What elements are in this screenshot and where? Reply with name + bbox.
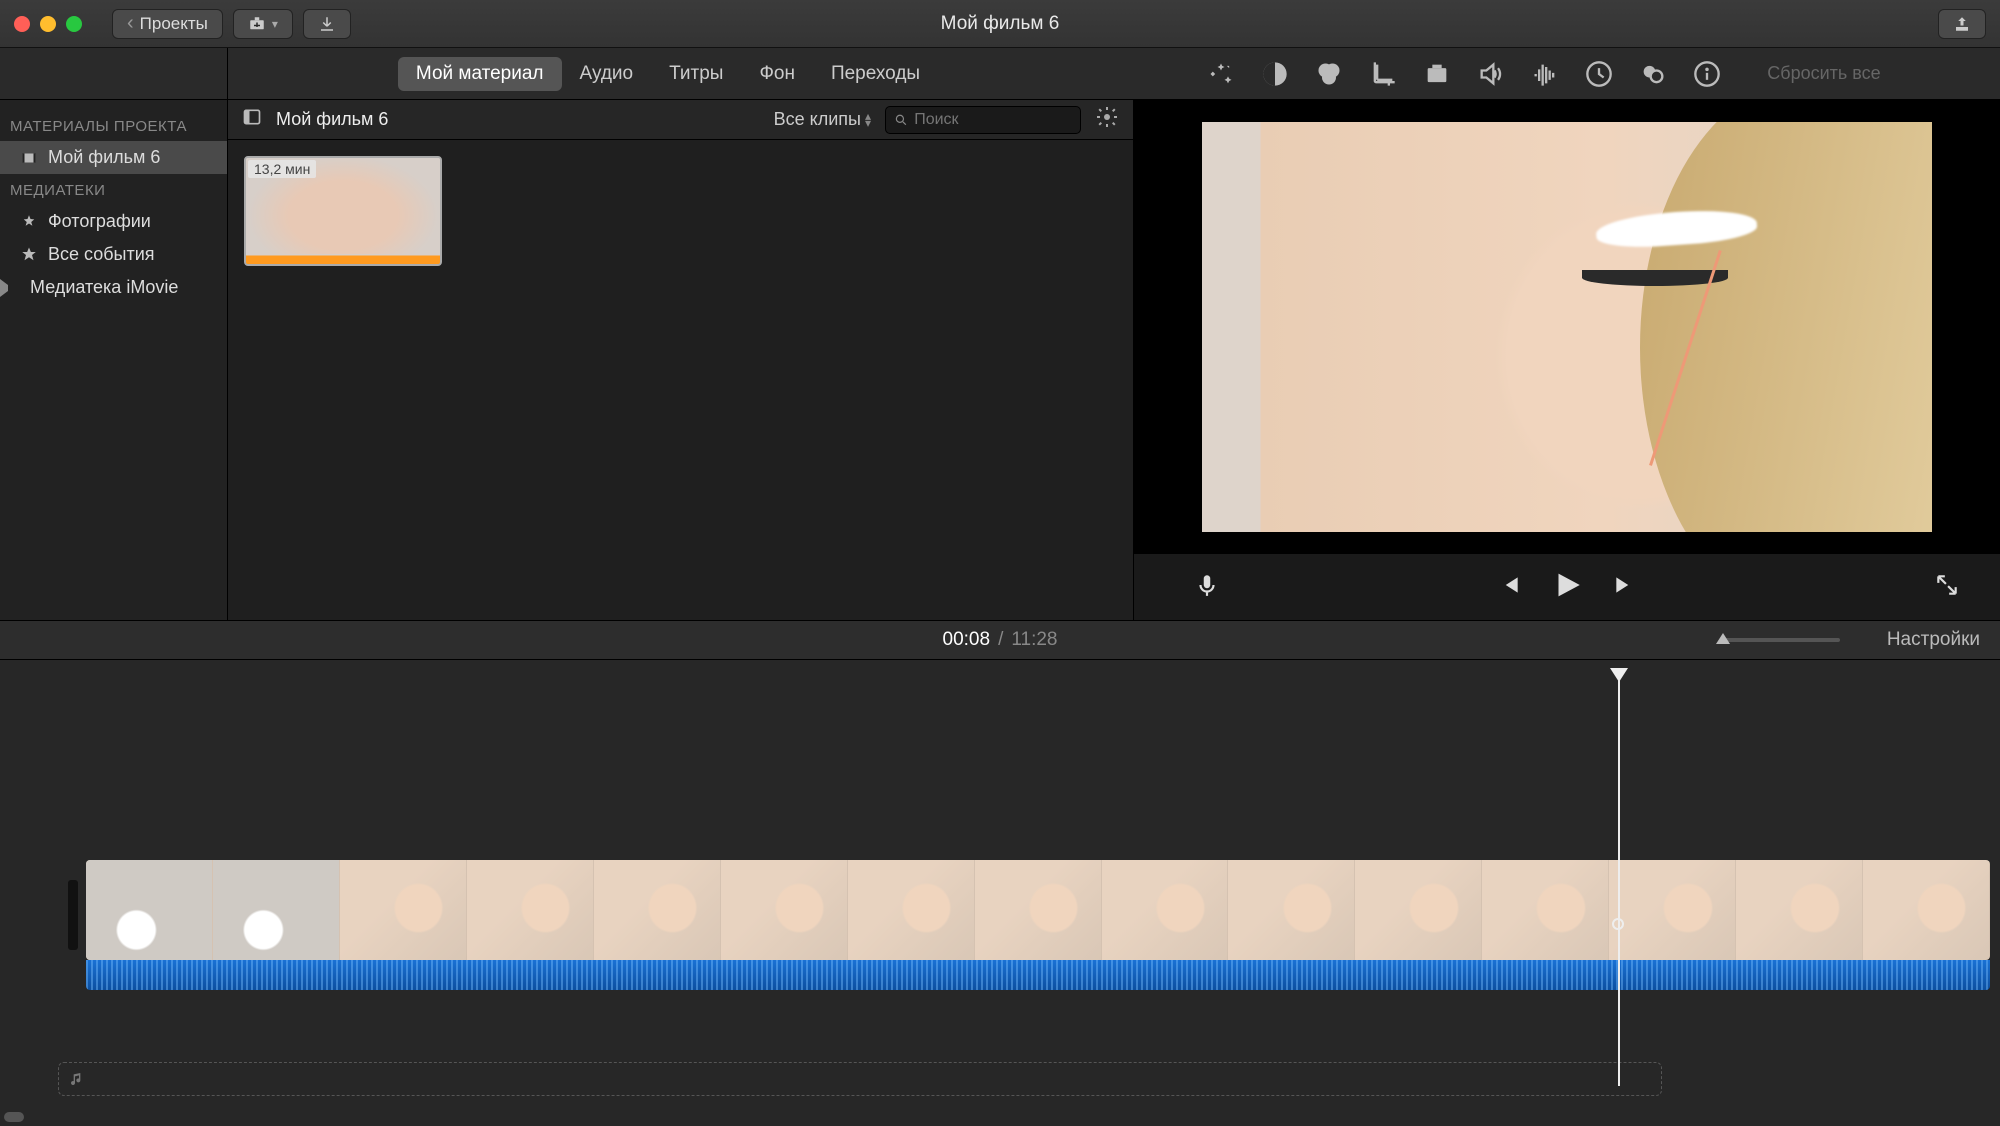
tab-transitions[interactable]: Переходы <box>813 57 938 91</box>
sidebar-item-imovie-library[interactable]: Медиатека iMovie <box>0 271 227 304</box>
speed-icon[interactable] <box>1585 60 1613 88</box>
viewer-panel <box>1134 100 2000 620</box>
media-browser-header: Мой фильм 6 Все клипы ▴▾ <box>228 100 1133 140</box>
timeline-frame <box>1609 860 1736 960</box>
playhead[interactable] <box>1618 670 1620 1086</box>
tab-my-media[interactable]: Мой материал <box>398 57 562 91</box>
browser-title: Мой фильм 6 <box>276 109 388 130</box>
enhance-icon[interactable] <box>1207 60 1235 88</box>
search-field[interactable] <box>885 106 1081 134</box>
stabilization-icon[interactable] <box>1423 60 1451 88</box>
tab-titles[interactable]: Титры <box>651 57 741 91</box>
download-button[interactable] <box>303 9 351 39</box>
minimize-window-button[interactable] <box>40 16 56 32</box>
toggle-sidebar-button[interactable] <box>242 107 262 132</box>
sidebar-photos-label: Фотографии <box>48 211 151 232</box>
next-frame-button[interactable] <box>1612 572 1638 603</box>
tab-backgrounds[interactable]: Фон <box>741 57 813 91</box>
disclosure-triangle-icon[interactable] <box>0 279 18 297</box>
tab-audio[interactable]: Аудио <box>562 57 652 91</box>
timeline-frame <box>467 860 594 960</box>
sidebar-heading-libraries: МЕДИАТЕКИ <box>0 174 227 205</box>
tab-strip: Мой материал Аудио Титры Фон Переходы Сб… <box>0 48 2000 100</box>
timeline-frame <box>594 860 721 960</box>
total-time: 11:28 <box>1011 629 1057 651</box>
timeline-frame <box>1102 860 1229 960</box>
clip-trim-handle[interactable] <box>68 880 78 950</box>
info-icon[interactable] <box>1693 60 1721 88</box>
volume-icon[interactable] <box>1477 60 1505 88</box>
video-track-clip[interactable] <box>86 860 1990 960</box>
sidebar-imovie-label: Медиатека iMovie <box>30 277 178 298</box>
maximize-window-button[interactable] <box>66 16 82 32</box>
viewer-tools: Сбросить все <box>1108 60 2000 88</box>
play-button[interactable] <box>1550 568 1584 607</box>
media-browser: Мой фильм 6 Все клипы ▴▾ 13,2 мин <box>228 100 1134 620</box>
playback-controls <box>1134 554 2000 620</box>
close-window-button[interactable] <box>14 16 30 32</box>
sidebar-item-all-events[interactable]: Все события <box>0 238 227 271</box>
playhead-marker-icon <box>1612 918 1624 930</box>
timeline-frame <box>1863 860 1990 960</box>
background-music-track[interactable] <box>58 1062 1662 1096</box>
browser-settings-button[interactable] <box>1095 105 1119 134</box>
clip-filter-dropdown[interactable]: Все клипы ▴▾ <box>774 109 871 130</box>
search-input[interactable] <box>914 111 1072 129</box>
timeline-frame <box>340 860 467 960</box>
timeline-frame <box>1355 860 1482 960</box>
color-balance-icon[interactable] <box>1261 60 1289 88</box>
sidebar-item-project[interactable]: Мой фильм 6 <box>0 141 227 174</box>
import-media-button[interactable]: ▾ <box>233 9 293 39</box>
timeline-info-bar: 00:08 / 11:28 Настройки <box>0 620 2000 660</box>
viewer-frame[interactable] <box>1134 100 2000 554</box>
fullscreen-button[interactable] <box>1934 572 1960 603</box>
projects-label: Проекты <box>140 14 208 34</box>
media-clip-thumbnail[interactable]: 13,2 мин <box>244 156 442 266</box>
timeline-frame <box>213 860 340 960</box>
timeline-frame <box>721 860 848 960</box>
sidebar-allevents-label: Все события <box>48 244 155 265</box>
timeline-settings-button[interactable]: Настройки <box>1887 629 1980 651</box>
music-note-icon <box>69 1071 85 1087</box>
titlebar: ‹ Проекты ▾ Мой фильм 6 <box>0 0 2000 48</box>
timeline-frame <box>1482 860 1609 960</box>
share-button[interactable] <box>1938 9 1986 39</box>
current-time: 00:08 <box>943 629 991 651</box>
projects-back-button[interactable]: ‹ Проекты <box>112 9 223 39</box>
sidebar-heading-projects: МАТЕРИАЛЫ ПРОЕКТА <box>0 110 227 141</box>
sidebar-item-photos[interactable]: Фотографии <box>0 205 227 238</box>
color-correction-icon[interactable] <box>1315 60 1343 88</box>
timeline-frame <box>1736 860 1863 960</box>
voiceover-button[interactable] <box>1194 572 1220 603</box>
crop-icon[interactable] <box>1369 60 1397 88</box>
time-separator: / <box>998 629 1003 651</box>
timeline-frame <box>86 860 213 960</box>
noise-reduction-icon[interactable] <box>1531 60 1559 88</box>
preview-image <box>1202 122 1932 532</box>
window-controls <box>14 16 82 32</box>
prev-frame-button[interactable] <box>1496 572 1522 603</box>
timeline-zoom-slider[interactable] <box>1720 638 1840 642</box>
sidebar: МАТЕРИАЛЫ ПРОЕКТА Мой фильм 6 МЕДИАТЕКИ … <box>0 100 228 620</box>
reset-all-button[interactable]: Сбросить все <box>1767 63 1880 84</box>
timeline-frame <box>848 860 975 960</box>
timeline-frame <box>975 860 1102 960</box>
timeline-frame <box>1228 860 1355 960</box>
search-icon <box>894 112 908 128</box>
audio-waveform[interactable] <box>86 960 1990 990</box>
window-title: Мой фильм 6 <box>941 13 1060 35</box>
sidebar-project-label: Мой фильм 6 <box>48 147 160 168</box>
media-browser-body[interactable]: 13,2 мин <box>228 140 1133 620</box>
timeline[interactable] <box>0 660 2000 1126</box>
clip-duration-badge: 13,2 мин <box>248 160 316 178</box>
content-tabs: Мой материал Аудио Титры Фон Переходы <box>228 57 1108 91</box>
clip-filter-icon[interactable] <box>1639 60 1667 88</box>
